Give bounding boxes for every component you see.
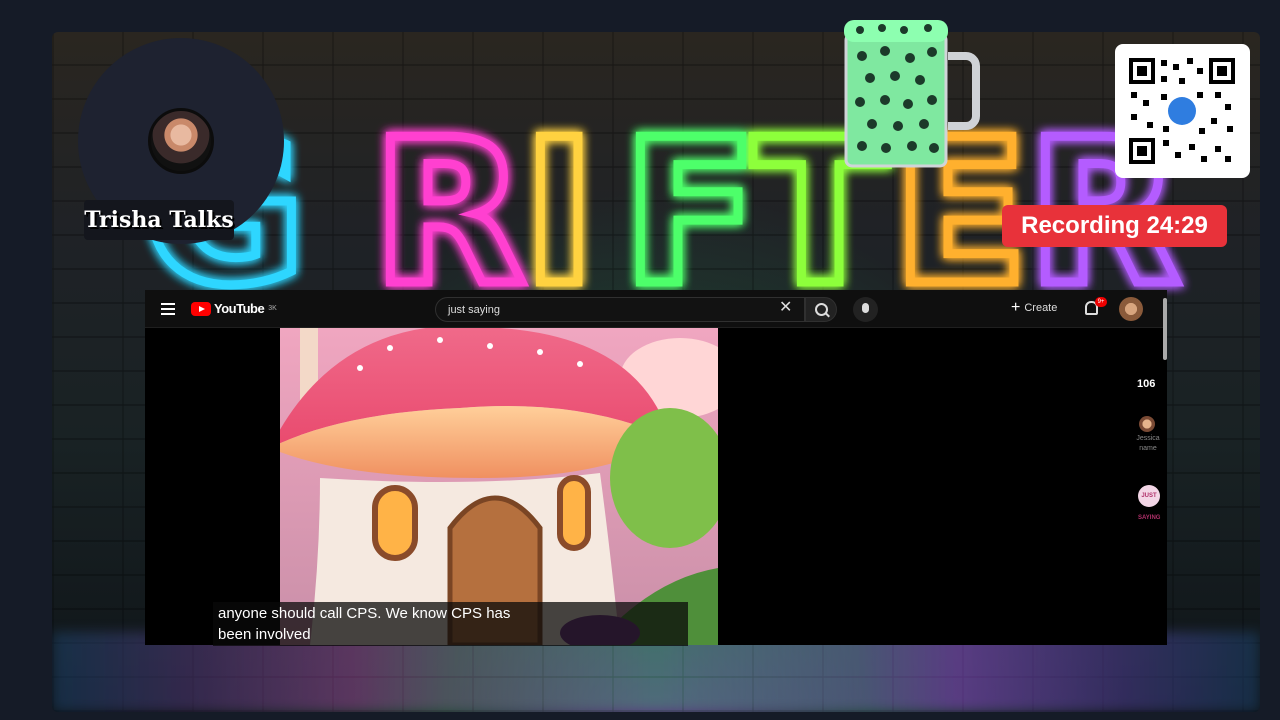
caption-line-1: anyone should call CPS. We know CPS has	[218, 605, 511, 622]
youtube-logo-text: YouTube	[214, 301, 265, 316]
create-label: Create	[1024, 302, 1058, 314]
search-input[interactable]: just saying	[435, 297, 805, 322]
youtube-logo[interactable]: YouTube 3K	[191, 301, 277, 316]
search-button[interactable]	[805, 297, 837, 322]
account-avatar[interactable]	[1119, 297, 1143, 321]
create-button[interactable]: + Create	[1011, 300, 1057, 316]
side-user-text: Jessica name	[1136, 435, 1160, 452]
qr-code[interactable]	[1115, 44, 1250, 178]
youtube-topbar: YouTube 3K just saying ✕ + Create 9+	[145, 290, 1167, 328]
qr-code-icon	[1127, 56, 1237, 166]
youtube-window[interactable]: YouTube 3K just saying ✕ + Create 9+ any…	[145, 290, 1167, 646]
voice-search-icon[interactable]	[853, 297, 878, 322]
youtube-play-icon	[191, 301, 211, 316]
neon-letter-i: I	[522, 97, 596, 312]
scrollbar[interactable]	[1163, 298, 1167, 360]
beer-mug-icon	[844, 20, 980, 168]
side-user-avatar[interactable]	[1139, 416, 1155, 432]
video-caption: anyone should call CPS. We know CPS has …	[213, 602, 688, 646]
recording-timer: Recording 24:29	[1002, 205, 1227, 247]
neon-letter-r: R	[372, 97, 526, 312]
streamer-name-tag: Trisha Talks	[84, 200, 234, 240]
video-frame[interactable]	[280, 328, 718, 645]
notification-badge: 9+	[1095, 297, 1107, 307]
streamer-avatar	[148, 108, 214, 174]
plus-icon: +	[1011, 299, 1021, 316]
clear-search-icon[interactable]: ✕	[779, 298, 792, 318]
youtube-logo-badge: 3K	[268, 305, 277, 312]
hamburger-menu-icon[interactable]	[161, 303, 175, 315]
neon-letter-f: F	[622, 97, 759, 312]
like-count: 106	[1137, 378, 1156, 390]
side-channel-avatar[interactable]: JUST SAYING	[1138, 485, 1160, 521]
caption-line-2: been involved	[218, 626, 311, 643]
